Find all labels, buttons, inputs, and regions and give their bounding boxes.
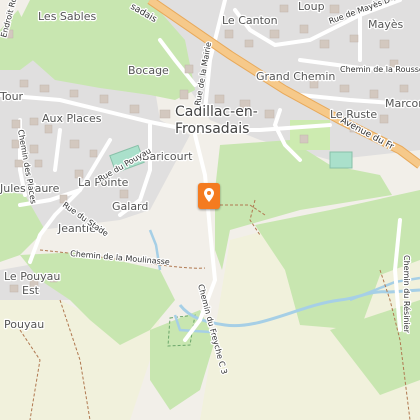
place-aux-places: Aux Places xyxy=(42,112,102,125)
place-le-ruste: Le Ruste xyxy=(330,108,377,121)
map-canvas: Les Sables Le Canton Loup Mayès Bocage G… xyxy=(0,0,420,420)
sports-pitch xyxy=(329,151,353,169)
location-marker[interactable] xyxy=(198,183,220,209)
place-le-canton: Le Canton xyxy=(222,14,278,27)
place-mayes: Mayès xyxy=(368,18,404,31)
place-galard: Galard xyxy=(112,200,148,213)
place-tour: Tour xyxy=(0,90,24,103)
town-name-line2: Fronsadais xyxy=(175,121,249,137)
place-bocage: Bocage xyxy=(128,64,169,77)
place-les-sables: Les Sables xyxy=(38,10,96,23)
street-resinier: Chemin du Résinier xyxy=(402,255,412,334)
place-pouyau: Pouyau xyxy=(4,318,44,331)
map-view[interactable]: Les Sables Le Canton Loup Mayès Bocage G… xyxy=(0,0,420,420)
place-le-pouyau-est: Est xyxy=(22,284,40,297)
place-loup: Loup xyxy=(298,0,325,13)
town-name-line1: Cadillac-en- xyxy=(175,104,258,120)
street-rousserie: Chemin de la Rousserie xyxy=(340,65,420,74)
location-pin-icon xyxy=(204,188,214,202)
place-marcon: Marcon xyxy=(385,97,420,110)
place-le-pouyau: Le Pouyau xyxy=(4,270,60,283)
place-grand-chemin: Grand Chemin xyxy=(256,70,335,83)
